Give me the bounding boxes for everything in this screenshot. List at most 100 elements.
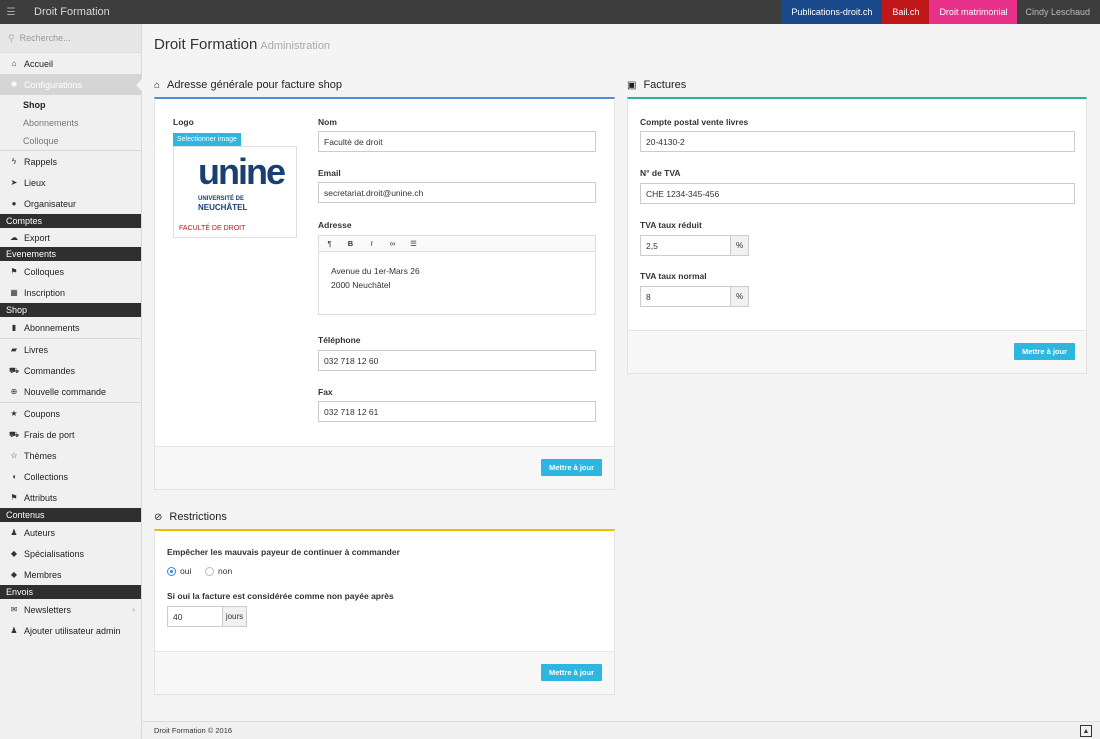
nom-field[interactable]: Faculté de droit	[318, 131, 596, 152]
shield-icon: ◖	[11, 472, 17, 481]
factures-section-title: ▣ Factures	[627, 79, 686, 91]
table-icon: ▦	[10, 288, 18, 297]
restriction-question: Empêcher les mauvais payeur de continuer…	[167, 547, 400, 557]
ban-icon: ⊘	[154, 511, 163, 523]
sidebar-item-organisateur[interactable]: ● Organisateur	[0, 193, 141, 214]
scroll-to-top-icon[interactable]: ▲	[1080, 725, 1092, 737]
telephone-field[interactable]: 032 718 12 60	[318, 350, 596, 371]
days-field[interactable]: 40	[167, 606, 223, 627]
shopping-cart-icon: ⛟	[8, 365, 20, 375]
sidebar-item-label: Spécialisations	[24, 548, 85, 559]
radio-non[interactable]: non	[205, 566, 232, 576]
link-icon[interactable]: ∞	[382, 239, 403, 248]
sidebar-item-label: Ajouter utilisateur admin	[24, 625, 121, 636]
logo-label: Logo	[173, 117, 194, 127]
sidebar-item-themes[interactable]: ☆ Thèmes	[0, 445, 141, 466]
truck-icon: ⛟	[8, 429, 20, 439]
sidebar-item-livres[interactable]: ▰ Livres	[0, 339, 141, 360]
hamburger-icon[interactable]: ☰	[0, 0, 22, 24]
list-icon[interactable]: ☰	[403, 239, 424, 248]
sidebar-item-specialisations[interactable]: ◆ Spécialisations	[0, 543, 141, 564]
sidebar-item-label: Accueil	[24, 58, 54, 69]
tva-reduit-field[interactable]: 2,5	[640, 235, 731, 256]
address-panel: Logo Selectionner image unine UNIVERSITÉ…	[154, 97, 615, 490]
search-input[interactable]: ⚲ Recherche...	[0, 24, 141, 53]
tva-reduit-percent: %	[731, 235, 749, 256]
email-field[interactable]: secretariat.droit@unine.ch	[318, 182, 596, 203]
sidebar-item-export[interactable]: ☁ Export	[0, 228, 141, 247]
home-icon: ⌂	[154, 79, 161, 91]
bold-icon[interactable]: B	[340, 239, 361, 248]
sidebar-item-rappels[interactable]: ϟ Rappels	[0, 151, 141, 172]
address-panel-footer: Mettre à jour	[155, 446, 614, 489]
sidebar-item-coupons[interactable]: ★ Coupons	[0, 403, 141, 424]
sidebar-item-configurations[interactable]: ✱ Configurations	[0, 74, 142, 95]
sidebar-subitem-abonnements[interactable]: Abonnements	[0, 114, 141, 132]
sidebar-section-comptes: Comptes	[0, 214, 141, 228]
factures-update-button[interactable]: Mettre à jour	[1014, 343, 1075, 360]
star-icon: ★	[10, 409, 18, 418]
radio-oui-label: oui	[180, 566, 192, 576]
search-placeholder: Recherche...	[19, 33, 71, 43]
sidebar-subitem-shop[interactable]: Shop	[0, 95, 141, 114]
sidebar-item-colloques[interactable]: ⚑ Colloques	[0, 261, 141, 282]
logo-line3: FACULTÉ DE DROIT	[179, 225, 246, 232]
days-unit: jours	[223, 606, 247, 627]
adresse-line1: Avenue du 1er-Mars 26	[331, 266, 420, 276]
factures-panel: Compte postal vente livres 20-4130-2 N° …	[627, 97, 1087, 374]
link-bail[interactable]: Bail.ch	[882, 0, 930, 24]
star-half-icon: ☆	[10, 451, 18, 460]
sidebar-item-membres[interactable]: ◆ Membres	[0, 564, 141, 585]
logo-line2: NEUCHÂTEL	[198, 203, 248, 212]
sidebar-item-label: Lieux	[24, 177, 46, 188]
chevron-right-icon: ›	[132, 605, 135, 614]
sidebar-item-inscription[interactable]: ▦ Inscription	[0, 282, 141, 303]
sidebar-item-attributs[interactable]: ⚑ Attributs	[0, 487, 141, 508]
page-title: Droit Formation Administration	[154, 36, 330, 53]
sidebar-item-lieux[interactable]: ➤ Lieux	[0, 172, 141, 193]
tva-normal-percent: %	[731, 286, 749, 307]
gear-icon: ✱	[10, 80, 18, 89]
factures-panel-footer: Mettre à jour	[628, 330, 1086, 373]
paragraph-icon[interactable]: ¶	[319, 239, 340, 248]
fax-field[interactable]: 032 718 12 61	[318, 401, 596, 422]
sidebar-item-newsletters[interactable]: ✉ Newsletters ›	[0, 599, 141, 620]
adresse-editor[interactable]: Avenue du 1er-Mars 26 2000 Neuchâtel	[318, 252, 596, 315]
radio-non-circle[interactable]	[205, 566, 214, 576]
address-update-button[interactable]: Mettre à jour	[541, 459, 602, 476]
compte-postal-field[interactable]: 20-4130-2	[640, 131, 1075, 152]
sidebar-item-label: Collections	[24, 471, 69, 482]
tva-normal-field[interactable]: 8	[640, 286, 731, 307]
sidebar-item-collections[interactable]: ◖ Collections	[0, 466, 141, 487]
select-image-button[interactable]: Selectionner image	[173, 133, 241, 146]
italic-icon[interactable]: I	[361, 239, 382, 248]
sidebar-item-commandes[interactable]: ⛟ Commandes	[0, 360, 141, 381]
tags-icon: ◆	[10, 570, 18, 579]
location-arrow-icon: ➤	[10, 178, 18, 187]
sidebar-item-ajouter-admin[interactable]: ♟ Ajouter utilisateur admin	[0, 620, 141, 641]
app-brand[interactable]: Droit Formation	[34, 6, 194, 18]
plus-circle-icon: ⊕	[10, 387, 18, 396]
sidebar-item-accueil[interactable]: ⌂ Accueil	[0, 53, 141, 74]
tag-icon: ◆	[10, 549, 18, 558]
sidebar-item-frais-de-port[interactable]: ⛟ Frais de port	[0, 424, 141, 445]
adresse-line2: 2000 Neuchâtel	[331, 280, 391, 290]
sidebar-item-nouvelle-commande[interactable]: ⊕ Nouvelle commande	[0, 381, 141, 402]
sidebar-item-auteurs[interactable]: ♟ Auteurs	[0, 522, 141, 543]
tva-number-field[interactable]: CHE 1234-345-456	[640, 183, 1075, 204]
cloud-download-icon: ☁	[10, 233, 18, 242]
sidebar-section-evenements: Evenements	[0, 247, 141, 261]
radio-oui[interactable]: oui	[167, 566, 191, 576]
flag-icon: ⚑	[10, 493, 18, 502]
sidebar-item-label: Newsletters	[24, 604, 72, 615]
tva-normal-label: TVA taux normal	[640, 271, 707, 281]
restrictions-section-title: ⊘ Restrictions	[154, 511, 227, 523]
sidebar-item-abonnements[interactable]: ▮ Abonnements	[0, 317, 141, 338]
sidebar-subitem-colloque[interactable]: Colloque	[0, 132, 141, 150]
restrictions-update-button[interactable]: Mettre à jour	[541, 664, 602, 681]
user-name[interactable]: Cindy Leschaud	[1017, 7, 1100, 17]
link-publications-droit[interactable]: Publications-droit.ch	[781, 0, 883, 24]
sidebar-section-shop: Shop	[0, 303, 141, 317]
radio-oui-circle[interactable]	[167, 566, 176, 576]
link-droit-matrimonial[interactable]: Droit matrimonial	[929, 0, 1018, 24]
